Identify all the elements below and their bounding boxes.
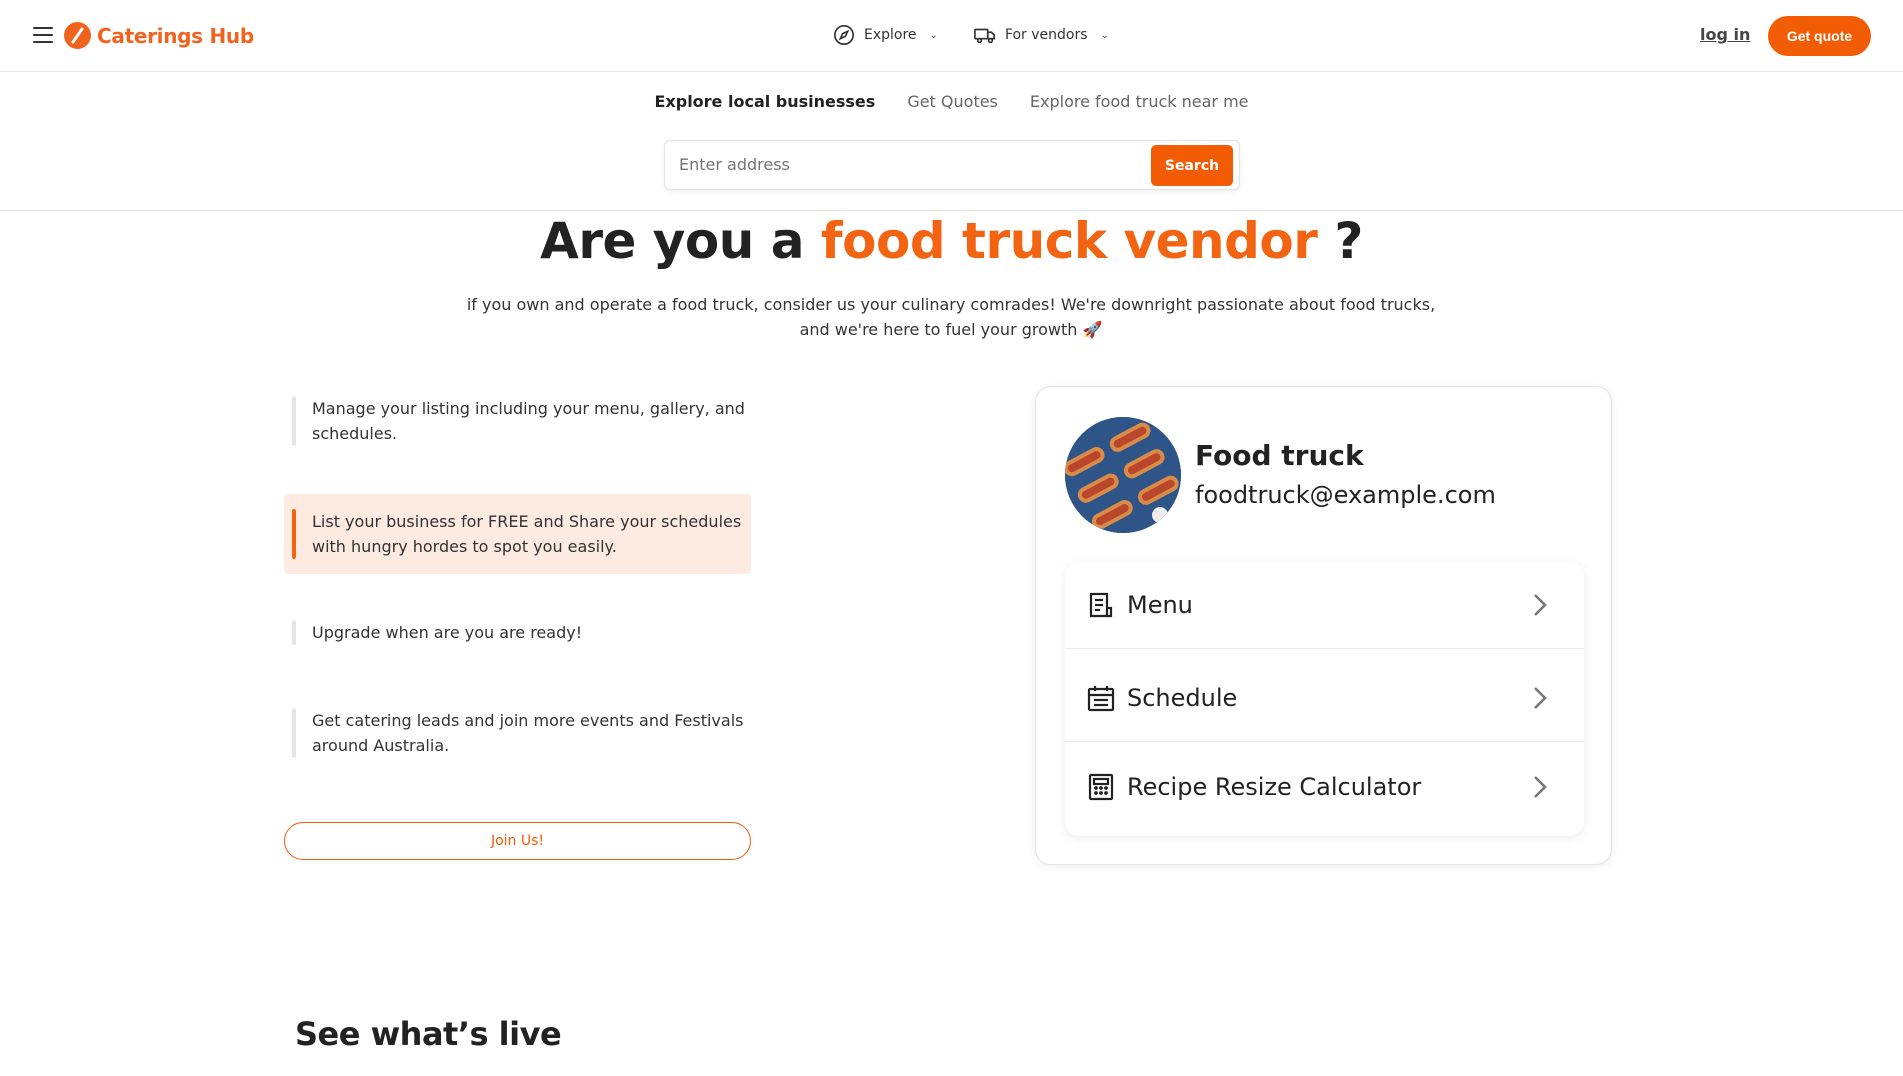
menu-document-icon (1089, 592, 1113, 618)
feature-item: Get catering leads and join more events … (284, 708, 751, 758)
address-search-box: Search (664, 140, 1240, 190)
truck-icon (974, 28, 995, 44)
compass-icon (834, 25, 854, 45)
nav-for-vendors[interactable]: For vendors ⌄ (974, 24, 1109, 46)
menu-row-label: Menu (1127, 591, 1193, 619)
feature-item: Manage your listing including your menu,… (284, 396, 751, 446)
login-link[interactable]: log in (1700, 25, 1750, 44)
logo[interactable]: Caterings Hub (64, 22, 254, 49)
section-title: See what’s live (295, 1015, 562, 1053)
feature-item-highlighted: List your business for FREE and Share yo… (284, 494, 751, 574)
hamburger-menu-icon[interactable] (33, 27, 53, 43)
calendar-icon (1087, 686, 1115, 712)
vendor-email: foodtruck@example.com (1195, 481, 1496, 509)
hero-description: if you own and operate a food truck, con… (466, 295, 1436, 339)
feature-item: Upgrade when are you are ready! (284, 620, 751, 645)
search-button[interactable]: Search (1151, 145, 1233, 186)
sub-tabs: Explore local businesses Get Quotes Expl… (0, 92, 1903, 111)
menu-row-recipe-resize-calculator[interactable]: Recipe Resize Calculator (1065, 743, 1584, 830)
chevron-right-icon (1534, 775, 1547, 798)
hero-title-prefix: Are you a (540, 212, 804, 270)
hero-title: Are you a food truck vendor ? (0, 212, 1903, 270)
main-nav: Explore ⌄ For vendors ⌄ (833, 24, 1109, 46)
hero-title-accent: food truck vendor (820, 212, 1318, 270)
menu-row-label: Schedule (1127, 684, 1238, 712)
calculator-icon (1088, 773, 1114, 800)
vendor-menu-list: Menu Schedule Recipe Resize Calculator (1065, 562, 1584, 836)
chevron-right-icon (1534, 687, 1547, 709)
tab-explore-local-businesses[interactable]: Explore local businesses (654, 92, 875, 111)
chevron-right-icon (1534, 594, 1547, 616)
chevron-down-icon: ⌄ (929, 29, 938, 41)
menu-row-schedule[interactable]: Schedule (1065, 655, 1584, 742)
vendor-preview-card: Food truck foodtruck@example.com Menu Sc… (1035, 386, 1612, 865)
avatar (1065, 417, 1181, 533)
food-photo-image (1065, 417, 1181, 533)
logo-text: Caterings Hub (97, 23, 254, 48)
nav-explore[interactable]: Explore ⌄ (833, 24, 938, 46)
logo-mark-icon (64, 22, 91, 49)
hero-title-suffix: ? (1334, 212, 1363, 270)
tab-explore-food-truck-near-me[interactable]: Explore food truck near me (1030, 92, 1249, 111)
address-input[interactable] (679, 155, 1099, 174)
nav-for-vendors-label: For vendors (1004, 27, 1088, 43)
chevron-down-icon: ⌄ (1100, 29, 1109, 41)
join-us-button[interactable]: Join Us! (284, 822, 751, 860)
divider (0, 210, 1903, 211)
get-quote-button[interactable]: Get quote (1768, 16, 1871, 56)
nav-explore-label: Explore (864, 27, 917, 43)
tab-get-quotes[interactable]: Get Quotes (907, 92, 998, 111)
vendor-name: Food truck (1195, 439, 1364, 472)
menu-row-menu[interactable]: Menu (1065, 562, 1584, 649)
top-navigation-bar: Caterings Hub Explore ⌄ For vendors ⌄ lo… (0, 0, 1903, 72)
menu-row-label: Recipe Resize Calculator (1127, 772, 1422, 801)
